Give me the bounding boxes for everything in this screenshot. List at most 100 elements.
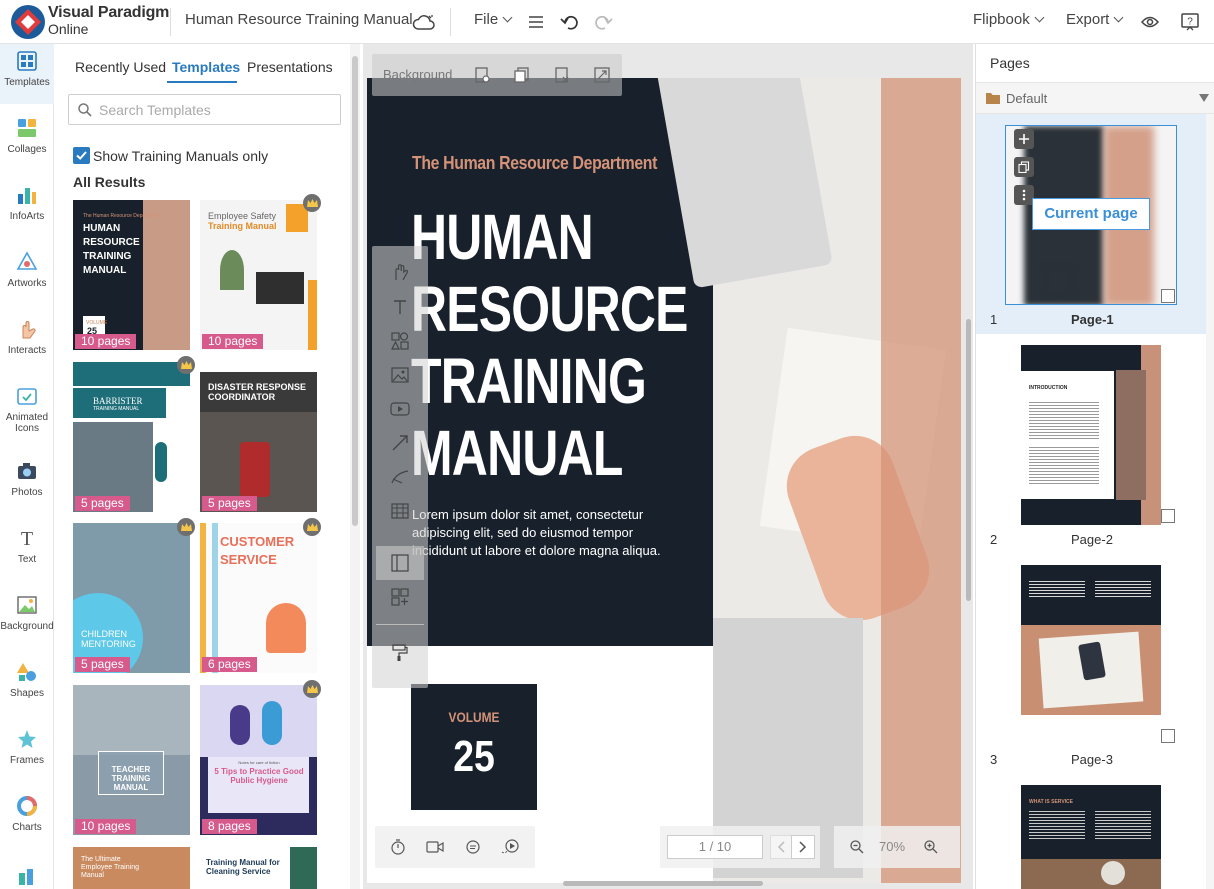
- flipbook-page[interactable]: The Human Resource Department HUMAN RESO…: [367, 78, 961, 883]
- timer-icon[interactable]: [387, 836, 409, 858]
- templates-icon: [17, 51, 37, 71]
- thumb-subtitle: TRAINING MANUAL: [93, 406, 140, 412]
- duplicate-page-button[interactable]: [1014, 157, 1034, 177]
- thumb-figure: [240, 442, 270, 497]
- cloud-save-icon[interactable]: [410, 8, 438, 36]
- rail-item-photos[interactable]: Photos: [0, 454, 54, 514]
- zoom-in-icon[interactable]: [920, 836, 942, 858]
- help-icon[interactable]: ?: [1176, 8, 1204, 36]
- section-header[interactable]: Default: [976, 82, 1214, 114]
- rail-item-interacts[interactable]: Interacts: [0, 312, 54, 372]
- image-tool-icon[interactable]: [389, 364, 411, 386]
- template-card[interactable]: CHILDREN MENTORING 5 pages: [73, 523, 190, 673]
- text-tool-icon[interactable]: [389, 296, 411, 318]
- search-box: [68, 94, 341, 125]
- shapes-tool-icon[interactable]: [389, 330, 411, 352]
- page-number: 1: [990, 312, 998, 327]
- canvas-scrollbar-vertical[interactable]: [966, 319, 971, 601]
- rail-item-collages[interactable]: Collages: [0, 111, 54, 171]
- record-video-icon[interactable]: [424, 836, 446, 858]
- hand-tool-icon[interactable]: [389, 261, 411, 283]
- template-card[interactable]: The Human Resource Department HUMAN RESO…: [73, 200, 190, 350]
- tab-presentations[interactable]: Presentations: [247, 59, 333, 75]
- tab-templates[interactable]: Templates: [172, 59, 240, 75]
- comment-icon[interactable]: [462, 836, 484, 858]
- template-card[interactable]: Training Manual for Cleaning Service: [200, 847, 317, 889]
- export-menu[interactable]: Export: [1066, 11, 1124, 28]
- table-tool-icon[interactable]: [389, 500, 411, 522]
- training-manuals-checkbox[interactable]: [73, 147, 90, 164]
- play-animation-icon[interactable]: [499, 836, 521, 858]
- hamburger-menu-icon[interactable]: [522, 8, 550, 36]
- template-card[interactable]: TEACHER TRAINING MANUAL 10 pages: [73, 685, 190, 835]
- redo-icon[interactable]: [589, 8, 617, 36]
- rail-item-frames[interactable]: Frames: [0, 722, 54, 782]
- pages-scrollbar-track[interactable]: [1206, 114, 1214, 889]
- bg-remove-icon[interactable]: [551, 64, 573, 86]
- zoom-out-icon[interactable]: [846, 836, 868, 858]
- thumb-lines: [1029, 445, 1099, 485]
- rail-label: Background: [0, 621, 54, 632]
- page-count-badge: 8 pages: [202, 819, 257, 834]
- flipbook-menu[interactable]: Flipbook: [973, 11, 1045, 28]
- prev-page-button[interactable]: [770, 835, 792, 859]
- more-tools-icon: [19, 869, 33, 885]
- add-page-button[interactable]: [1014, 129, 1034, 149]
- rail-item-templates[interactable]: Templates: [0, 44, 54, 104]
- canvas-scrollbar-horizontal[interactable]: [563, 881, 763, 886]
- template-card[interactable]: Employee Safety Training Manual 10 pages: [200, 200, 317, 350]
- bg-fit-icon[interactable]: [591, 64, 613, 86]
- pen-tool-icon[interactable]: [389, 466, 411, 488]
- rail-label: Photos: [11, 487, 43, 498]
- thumb-figure: [262, 701, 282, 745]
- playback-toolbar: [375, 826, 535, 868]
- rail-item-artworks[interactable]: Artworks: [0, 245, 54, 305]
- rail-item-shapes[interactable]: Shapes: [0, 655, 54, 715]
- panel-scrollbar-thumb[interactable]: [352, 56, 358, 526]
- rail-item-more[interactable]: [0, 859, 54, 889]
- video-tool-icon[interactable]: [389, 398, 411, 420]
- page-more-button[interactable]: [1014, 185, 1034, 205]
- rail-item-infoarts[interactable]: InfoArts: [0, 178, 54, 238]
- template-card[interactable]: CUSTOMER SERVICE 6 pages: [200, 523, 317, 673]
- page-thumbnail-item[interactable]: WHAT IS SERVICE: [976, 774, 1206, 889]
- rail-item-text[interactable]: T Text: [0, 521, 54, 581]
- template-card[interactable]: The Ultimate Employee Training Manual: [73, 847, 190, 889]
- template-card[interactable]: BARRISTER TRAINING MANUAL 5 pages: [73, 362, 190, 512]
- page-thumbnail-item[interactable]: 3 Page-3: [976, 554, 1206, 774]
- rail-item-charts[interactable]: Charts: [0, 789, 54, 849]
- page-name: Page-2: [1071, 532, 1113, 547]
- document-title[interactable]: Human Resource Training Manual: [185, 11, 413, 28]
- page-thumbnail-item[interactable]: INTRODUCTION 2 Page-2: [976, 334, 1206, 554]
- add-widget-icon[interactable]: [389, 586, 411, 608]
- bg-copy-icon[interactable]: [511, 64, 533, 86]
- template-card[interactable]: DISASTER RESPONSE COORDINATOR 5 pages: [200, 362, 317, 512]
- layout-panel-icon[interactable]: [389, 552, 411, 574]
- thumb-figure: [230, 705, 250, 745]
- rail-item-animated-icons[interactable]: Animated Icons: [0, 379, 54, 445]
- logo[interactable]: Visual Paradigm Online: [10, 2, 170, 40]
- rail-item-background[interactable]: Background: [0, 588, 54, 648]
- paint-roller-icon[interactable]: [389, 642, 411, 664]
- template-card[interactable]: Notes for care of fiction 5 Tips to Prac…: [200, 685, 317, 835]
- search-input[interactable]: [99, 100, 334, 120]
- preview-eye-icon[interactable]: [1136, 8, 1164, 36]
- next-page-button[interactable]: [791, 835, 815, 859]
- salmon-overlay: [881, 78, 961, 883]
- file-menu[interactable]: File: [474, 11, 513, 28]
- premium-crown-icon: [303, 680, 321, 698]
- thumb-photo: [1021, 859, 1161, 889]
- page-select-checkbox[interactable]: [1161, 509, 1175, 523]
- bg-image-icon[interactable]: [471, 64, 493, 86]
- thumb-lines: [1095, 809, 1151, 839]
- charts-donut-icon: [17, 796, 37, 816]
- page-select-checkbox[interactable]: [1161, 729, 1175, 743]
- page-indicator[interactable]: 1 / 10: [667, 835, 763, 859]
- background-label[interactable]: Background: [383, 67, 452, 82]
- line-arrow-tool-icon[interactable]: [389, 432, 411, 454]
- collapse-arrow-icon[interactable]: [1199, 94, 1209, 102]
- page-thumbnail-item[interactable]: Current page 1 Page-1: [976, 114, 1206, 334]
- page-select-checkbox[interactable]: [1161, 289, 1175, 303]
- tab-recently-used[interactable]: Recently Used: [75, 59, 166, 75]
- undo-icon[interactable]: [556, 8, 584, 36]
